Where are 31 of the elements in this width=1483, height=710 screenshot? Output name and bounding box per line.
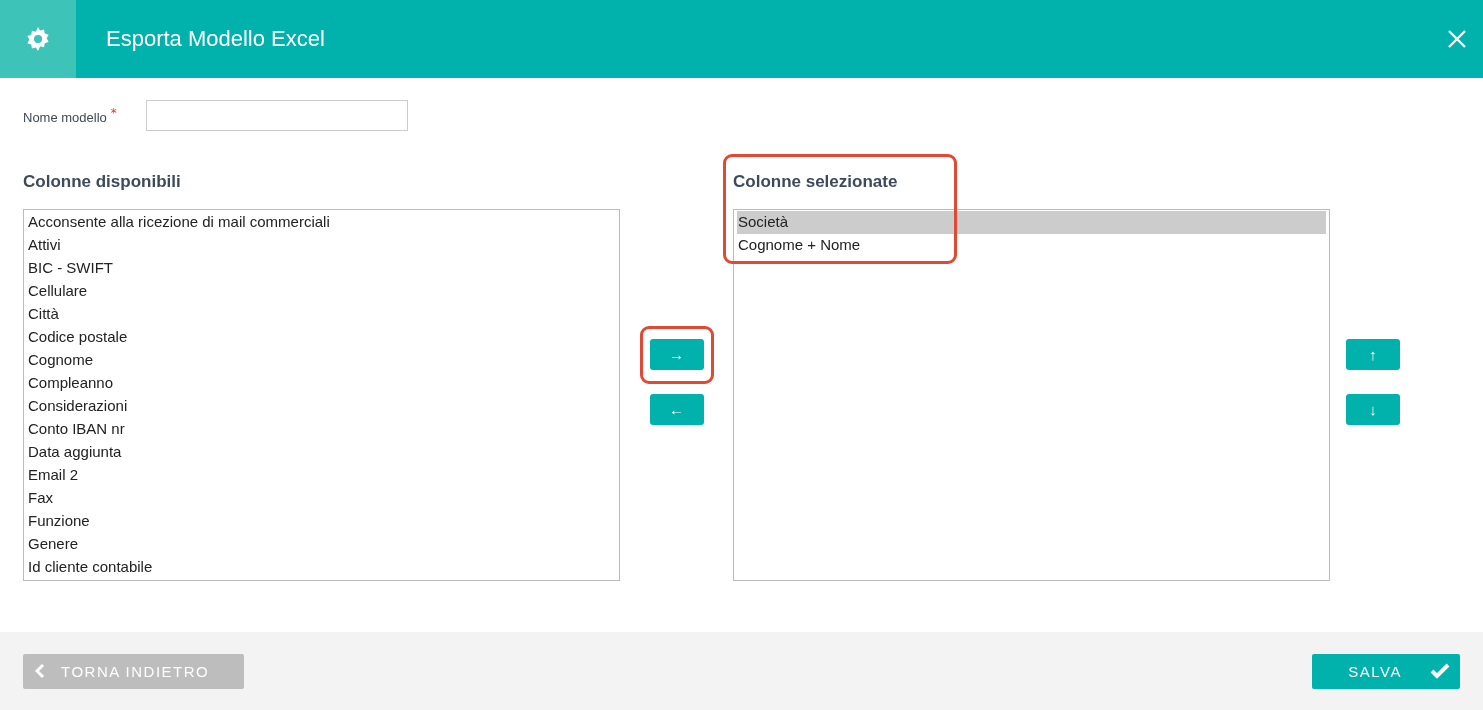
list-item[interactable]: Funzione [27, 510, 616, 533]
gear-icon [25, 26, 51, 52]
list-item[interactable]: Acconsente alla ricezione di mail commerciali [27, 211, 616, 234]
input-field[interactable] [145, 100, 408, 131]
dialog-title: Esporta Modello Excel [106, 26, 326, 52]
list-item[interactable]: Città [27, 303, 616, 326]
close-icon[interactable] [1447, 29, 1467, 49]
list-item[interactable]: Fax [27, 487, 616, 510]
list-item[interactable]: Considerazioni [27, 395, 616, 418]
section-heading: Colonne disponibili [23, 172, 182, 193]
checkmark-icon [1430, 663, 1450, 679]
list-item[interactable]: Cellulare [27, 280, 616, 303]
section-heading: Colonne selezionate [733, 172, 899, 193]
list-box[interactable]: Società Cognome + Nome [733, 209, 1330, 581]
list-item[interactable]: Id cliente contabile [27, 556, 616, 579]
chevron-left-icon [35, 664, 45, 678]
list-item[interactable]: Società [737, 211, 1326, 234]
list-item[interactable]: Compleanno [27, 372, 616, 395]
list-item[interactable]: Cognome + Nome [737, 234, 1326, 257]
required-mark: * [110, 106, 117, 120]
list-item[interactable]: Codice postale [27, 326, 616, 349]
list-item[interactable]: Data aggiunta [27, 441, 616, 464]
list-item[interactable]: Genere [27, 533, 616, 556]
field-label: Nome modello [23, 110, 107, 125]
list-item[interactable]: Attivi [27, 234, 616, 257]
settings-button[interactable] [0, 0, 76, 78]
list-item[interactable]: Email 2 [27, 464, 616, 487]
list-item[interactable]: BIC - SWIFT [27, 257, 616, 280]
list-item[interactable]: Conto IBAN nr [27, 418, 616, 441]
list-item[interactable]: Cognome [27, 349, 616, 372]
list-box[interactable] [23, 209, 620, 581]
